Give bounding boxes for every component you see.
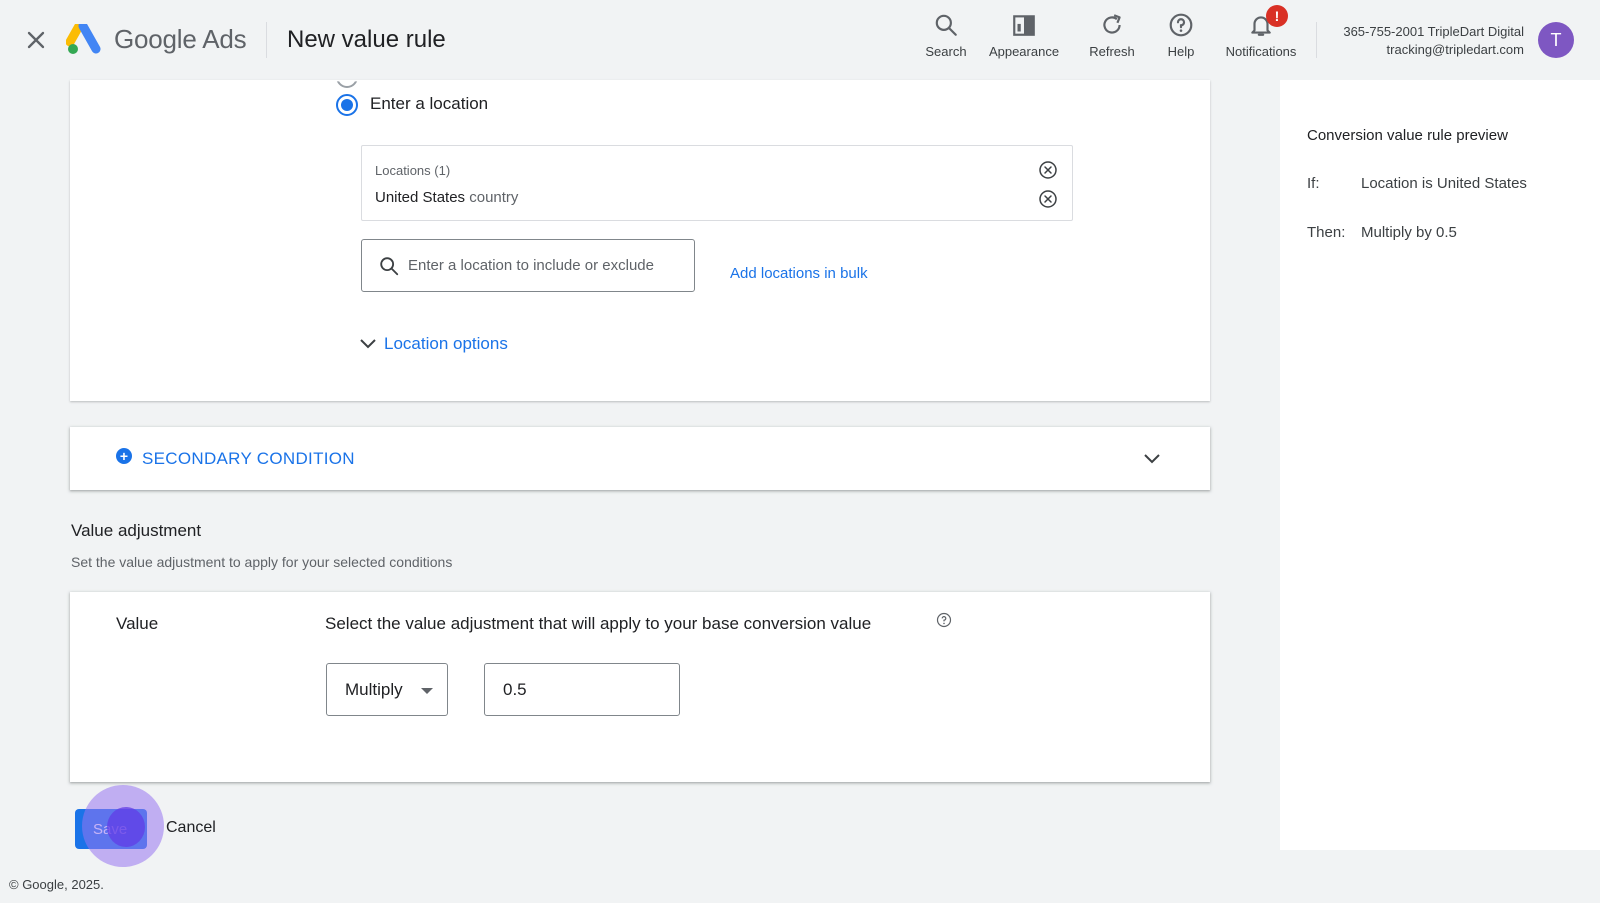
search-icon [380, 257, 399, 276]
location-options-toggle[interactable]: Location options [358, 334, 508, 354]
chevron-down-icon[interactable] [1140, 447, 1164, 471]
preview-if-key: If: [1307, 175, 1320, 192]
appearance-icon [1013, 15, 1035, 36]
save-button[interactable]: Save [75, 809, 147, 849]
header-divider [266, 22, 267, 58]
help-button[interactable]: Help [1156, 12, 1206, 64]
search-icon [935, 14, 957, 36]
selected-locations-box: Locations (1) United States country [361, 145, 1073, 221]
location-search-field[interactable] [361, 239, 695, 292]
help-label: Help [1167, 44, 1195, 59]
location-name: United States [375, 189, 466, 206]
radio-selected-dot [341, 99, 353, 111]
refresh-button[interactable]: Refresh [1080, 12, 1144, 64]
value-adjustment-title: Value adjustment [71, 521, 202, 540]
operation-select[interactable]: Multiply [326, 663, 448, 716]
add-locations-bulk-link[interactable]: Add locations in bulk [730, 265, 868, 282]
help-icon[interactable] [936, 612, 952, 628]
adjustment-value-input[interactable] [484, 663, 680, 716]
location-type: country [469, 189, 519, 206]
preview-then-key: Then: [1307, 224, 1346, 241]
location-item: United States country [375, 189, 518, 206]
appearance-button[interactable]: Appearance [984, 12, 1064, 64]
add-circle-icon: + [116, 448, 132, 464]
refresh-icon [1103, 14, 1121, 34]
appearance-label: Appearance [988, 44, 1060, 59]
preview-if-value: Location is United States [1361, 175, 1527, 192]
top-app-bar: Google Ads New value rule Search Appeara… [0, 0, 1600, 80]
cancel-button[interactable]: Cancel [166, 819, 216, 837]
enter-location-radio[interactable] [336, 94, 358, 116]
clear-all-locations-icon[interactable] [1038, 160, 1058, 180]
preview-then-value: Multiply by 0.5 [1361, 224, 1457, 241]
preview-title: Conversion value rule preview [1307, 127, 1508, 144]
copyright: © Google, 2025. [9, 877, 104, 892]
search-button[interactable]: Search [916, 12, 976, 64]
account-id: 365-755-2001 TripleDart Digital [1343, 24, 1524, 39]
account-info[interactable]: 365-755-2001 TripleDart Digital tracking… [1343, 23, 1524, 59]
rule-preview-panel: Conversion value rule preview If: Locati… [1280, 80, 1600, 850]
close-icon[interactable] [22, 26, 50, 54]
dropdown-caret-icon [421, 688, 433, 694]
chevron-down-icon [360, 339, 376, 349]
account-email: tracking@tripledart.com [1386, 42, 1524, 57]
refresh-label: Refresh [1089, 44, 1135, 59]
notification-badge: ! [1266, 5, 1288, 27]
header-divider [1316, 22, 1317, 58]
location-search-input[interactable] [408, 240, 690, 291]
value-adjustment-subtitle: Set the value adjustment to apply for yo… [71, 554, 453, 570]
notifications-button[interactable]: ! Notifications [1218, 5, 1304, 64]
value-label: Value [116, 614, 159, 633]
product-name: Google Ads [114, 24, 247, 54]
value-description: Select the value adjustment that will ap… [325, 614, 872, 633]
value-adjustment-card: Value Select the value adjustment that w… [70, 592, 1210, 782]
help-icon [1169, 13, 1193, 37]
secondary-condition-label: SECONDARY CONDITION [142, 449, 355, 468]
search-label: Search [925, 44, 967, 59]
notifications-label: Notifications [1225, 44, 1297, 59]
operation-selected-value: Multiply [345, 680, 403, 699]
locations-header: Locations (1) [375, 163, 451, 178]
google-ads-logo-icon [66, 24, 101, 54]
page-title: New value rule [287, 26, 446, 53]
remove-location-icon[interactable] [1038, 189, 1058, 209]
secondary-condition-card[interactable]: + SECONDARY CONDITION [70, 427, 1210, 490]
avatar[interactable]: T [1538, 22, 1574, 58]
enter-location-label: Enter a location [370, 94, 489, 113]
location-options-label: Location options [384, 334, 508, 353]
